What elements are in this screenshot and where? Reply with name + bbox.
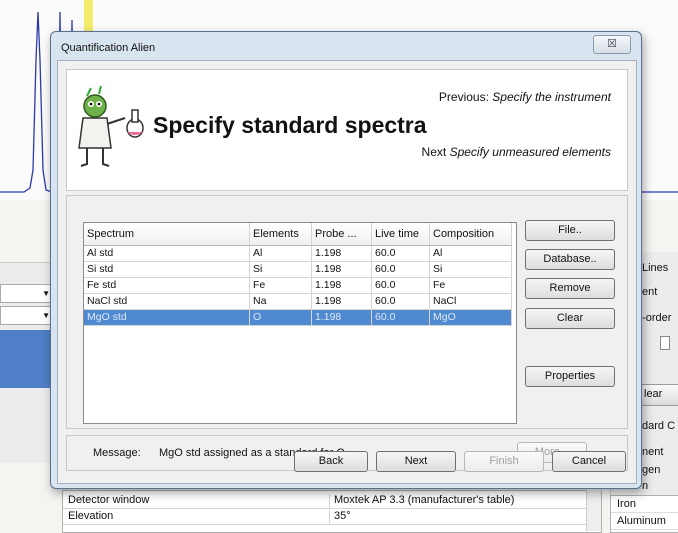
previous-step-name: Specify the instrument	[492, 90, 611, 104]
standards-table: Spectrum Elements Probe ... Live time Co…	[83, 222, 517, 424]
page-title: Specify standard spectra	[153, 112, 427, 138]
list-item[interactable]: Aluminum	[611, 513, 678, 530]
cancel-button[interactable]: Cancel	[552, 451, 626, 472]
left-dropdown[interactable]: ▼	[0, 284, 54, 303]
table-header: Spectrum Elements Probe ... Live time Co…	[84, 223, 512, 246]
property-value: Moxtek AP 3.3 (manufacturer's table)	[329, 494, 514, 508]
right-label: Lines	[642, 262, 669, 274]
dialog-client: Previous: Specify the instrument Specify…	[57, 60, 637, 484]
table-row[interactable]: Elevation 35°	[63, 509, 601, 525]
cell-composition: NaCl	[430, 294, 512, 309]
finish-button[interactable]: Finish	[464, 451, 544, 472]
column-header-spectrum[interactable]: Spectrum	[84, 223, 250, 245]
properties-button[interactable]: Properties	[525, 366, 615, 387]
table-row[interactable]: Detector window Moxtek AP 3.3 (manufactu…	[63, 493, 601, 509]
alien-mascot-icon	[78, 85, 144, 167]
column-header-elements[interactable]: Elements	[250, 223, 312, 245]
back-button[interactable]: Back	[294, 451, 368, 472]
left-dropdown[interactable]: ▼	[0, 306, 54, 325]
cell-composition: Si	[430, 262, 512, 277]
right-label: dard C	[642, 420, 676, 432]
cell-live-time: 60.0	[372, 246, 430, 261]
standards-panel: Spectrum Elements Probe ... Live time Co…	[66, 195, 628, 429]
wizard-header: Previous: Specify the instrument Specify…	[66, 69, 628, 191]
element-list[interactable]: Iron Aluminum	[610, 495, 678, 533]
property-value: 35°	[329, 510, 351, 524]
remove-button[interactable]: Remove	[525, 278, 615, 299]
property-key: Elevation	[68, 510, 114, 522]
list-item[interactable]: Iron	[611, 496, 678, 513]
message-label: Message:	[93, 447, 141, 459]
table-row[interactable]: NaCl std Na 1.198 60.0 NaCl	[84, 294, 512, 310]
right-clear-label: lear	[644, 388, 663, 400]
close-icon: ☒	[607, 38, 617, 50]
cell-composition: Al	[430, 246, 512, 261]
chevron-down-icon: ▼	[42, 311, 50, 320]
cell-live-time: 60.0	[372, 262, 430, 277]
file-button[interactable]: File..	[525, 220, 615, 241]
next-button[interactable]: Next	[376, 451, 456, 472]
table-row[interactable]: Al std Al 1.198 60.0 Al	[84, 246, 512, 262]
cell-live-time: 60.0	[372, 294, 430, 309]
cell-elements: Fe	[250, 278, 312, 293]
cell-spectrum: Si std	[84, 262, 250, 277]
database-button[interactable]: Database..	[525, 249, 615, 270]
next-label: Next	[421, 145, 447, 159]
cell-spectrum: NaCl std	[84, 294, 250, 309]
cell-probe: 1.198	[312, 246, 372, 261]
cell-elements: O	[250, 310, 312, 325]
cell-elements: Na	[250, 294, 312, 309]
cell-spectrum: Fe std	[84, 278, 250, 293]
column-header-probe[interactable]: Probe ...	[312, 223, 372, 245]
right-label: n	[642, 480, 649, 492]
cell-elements: Al	[250, 246, 312, 261]
quantification-dialog: Quantification Alien ☒ Previous: Specify…	[50, 31, 642, 489]
cell-probe: 1.198	[312, 278, 372, 293]
table-row[interactable]: Fe std Fe 1.198 60.0 Fe	[84, 278, 512, 294]
cell-spectrum: Al std	[84, 246, 250, 261]
right-label: nent	[642, 446, 664, 458]
properties-table: Detector window Moxtek AP 3.3 (manufactu…	[62, 490, 602, 533]
right-label: gen	[642, 464, 661, 476]
cell-composition: Fe	[430, 278, 512, 293]
dialog-title: Quantification Alien	[61, 42, 156, 54]
table-row[interactable]: Si std Si 1.198 60.0 Si	[84, 262, 512, 278]
table-row-selected[interactable]: MgO std O 1.198 60.0 MgO	[84, 310, 512, 326]
clear-button[interactable]: Clear	[525, 308, 615, 329]
right-checkbox[interactable]	[660, 336, 670, 350]
close-button[interactable]: ☒	[593, 35, 631, 54]
cell-composition: MgO	[430, 310, 512, 325]
cell-probe: 1.198	[312, 310, 372, 325]
cell-probe: 1.198	[312, 294, 372, 309]
previous-label: Previous:	[438, 90, 489, 104]
previous-step-text: Previous: Specify the instrument	[439, 90, 611, 104]
properties-scrollbar[interactable]	[586, 490, 601, 531]
property-key: Detector window	[68, 494, 150, 506]
next-step-name: Specify unmeasured elements	[449, 145, 611, 159]
cell-live-time: 60.0	[372, 278, 430, 293]
chevron-down-icon: ▼	[42, 289, 50, 298]
column-header-composition[interactable]: Composition	[430, 223, 512, 245]
right-label: ent	[642, 286, 658, 298]
next-step-text: Next Specify unmeasured elements	[422, 145, 611, 159]
cell-probe: 1.198	[312, 262, 372, 277]
dialog-titlebar[interactable]: Quantification Alien ☒	[51, 32, 641, 60]
cell-spectrum: MgO std	[84, 310, 250, 325]
column-header-live-time[interactable]: Live time	[372, 223, 430, 245]
cell-elements: Si	[250, 262, 312, 277]
cell-live-time: 60.0	[372, 310, 430, 325]
